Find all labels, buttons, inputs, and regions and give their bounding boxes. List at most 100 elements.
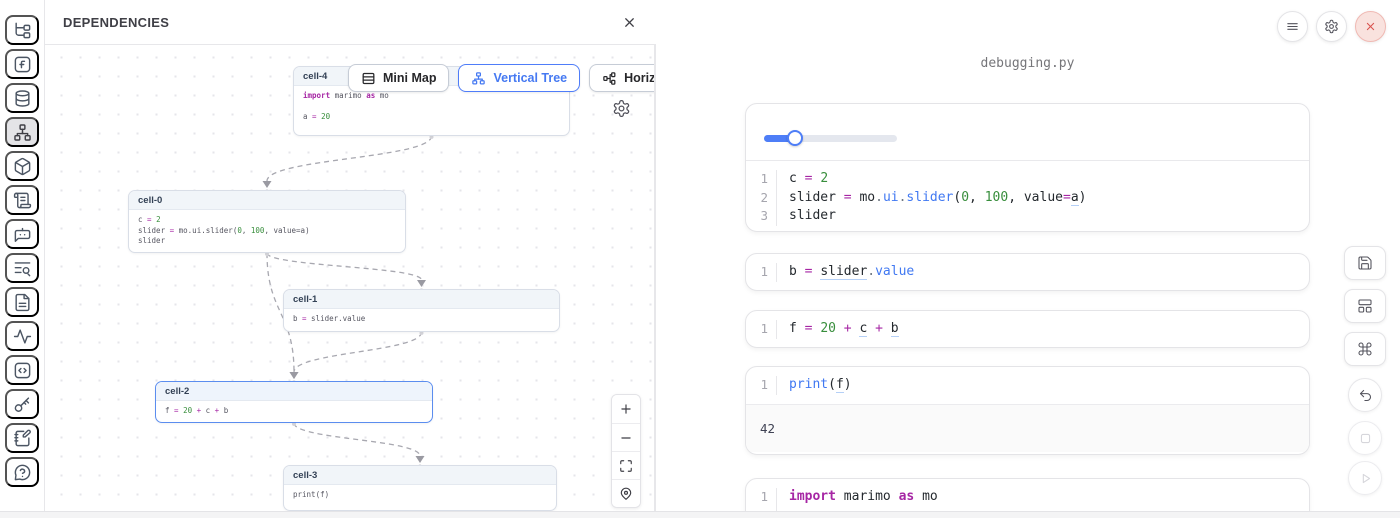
ai-chat-icon: [13, 225, 32, 244]
rail-item-secrets[interactable]: [5, 389, 39, 419]
code-token: slider: [138, 236, 165, 245]
code-token: marimo: [836, 489, 899, 504]
run-button[interactable]: [1348, 461, 1382, 495]
graph-node-cell-2[interactable]: cell-2f = 20 + c + b: [155, 381, 433, 423]
graph-edge-cell-4-cell-0: [267, 136, 432, 181]
code-token: slider: [789, 190, 844, 205]
dependency-graph-canvas[interactable]: cell-4import marimo as mo a = 20cell-0c …: [45, 45, 656, 511]
rail-item-outline[interactable]: [5, 253, 39, 283]
line-number: 3: [746, 207, 777, 226]
code-line: 1import marimo as mo: [746, 488, 1309, 507]
code-token: f: [165, 406, 174, 415]
fit-view-icon: [619, 459, 633, 473]
zoom-out-button[interactable]: [612, 423, 640, 451]
code-token: import: [789, 489, 836, 504]
cell-editor[interactable]: 1f = 20 + c + b: [746, 311, 1309, 348]
documentation-icon: [13, 293, 32, 312]
code-token: [883, 321, 891, 336]
logs-icon: [13, 191, 32, 210]
helper-panel-rail: [0, 0, 45, 518]
zoom-in-button[interactable]: [612, 395, 640, 423]
code-text: import marimo as mo: [777, 488, 938, 507]
edge-arrowhead: [416, 456, 425, 463]
code-token: ): [844, 377, 852, 392]
code-text: print(f): [777, 376, 852, 395]
save-button[interactable]: [1344, 246, 1386, 280]
code-line: 2slider = mo.ui.slider(0, 100, value=a): [746, 189, 1309, 208]
graph-node-title: cell-0: [129, 191, 405, 210]
menu-button[interactable]: [1277, 11, 1308, 42]
cell-editor[interactable]: 1b = slider.value: [746, 254, 1309, 291]
code-token: mo.ui.slider(: [174, 226, 237, 235]
fit-view-button[interactable]: [612, 451, 640, 479]
center-location-button[interactable]: [612, 479, 640, 507]
rail-item-snippets[interactable]: [5, 355, 39, 385]
rail-item-ai-chat[interactable]: [5, 219, 39, 249]
shutdown-icon: [1363, 19, 1378, 34]
layout-icon: [1357, 298, 1373, 314]
rail-item-help[interactable]: [5, 457, 39, 487]
command-button[interactable]: [1344, 332, 1386, 366]
slider-thumb[interactable]: [787, 130, 803, 146]
graph-edge-cell-1-cell-2: [294, 332, 422, 372]
graph-node-cell-0[interactable]: cell-0c = 2slider = mo.ui.slider(0, 100,…: [128, 190, 406, 253]
undo-button[interactable]: [1348, 378, 1382, 412]
code-token: +: [844, 321, 852, 336]
code-token: 0: [961, 190, 969, 205]
code-token: a: [1071, 190, 1079, 206]
notebook-filename[interactable]: debugging.py: [745, 56, 1310, 71]
notebook-cell-cell-slider[interactable]: 1c = 22slider = mo.ui.slider(0, 100, val…: [745, 103, 1310, 232]
code-token: 2: [820, 171, 828, 186]
code-token: slider.value: [307, 314, 366, 323]
menu-icon: [1285, 19, 1300, 34]
stop-button[interactable]: [1348, 421, 1382, 455]
code-token: marimo: [330, 91, 366, 100]
view-button-vertical-tree[interactable]: Vertical Tree: [458, 64, 580, 92]
view-button-mini-map[interactable]: Mini Map: [348, 64, 449, 92]
rail-item-scratchpad[interactable]: [5, 423, 39, 453]
view-button-horizontal-tree[interactable]: Horizontal Tree: [589, 64, 656, 92]
shutdown-button[interactable]: [1355, 11, 1386, 42]
notebook-cell-cell-f[interactable]: 1f = 20 + c + b: [745, 310, 1310, 348]
snippets-icon: [13, 361, 32, 380]
notebook-area: debugging.py 1c = 22slider = mo.ui.slide…: [656, 0, 1400, 518]
rail-item-variables[interactable]: [5, 49, 39, 79]
code-token: c: [201, 406, 215, 415]
slider-widget[interactable]: [764, 135, 897, 142]
view-button-label: Mini Map: [383, 71, 436, 85]
rail-item-documentation[interactable]: [5, 287, 39, 317]
cell-output: 42: [746, 404, 1309, 452]
graph-settings-button[interactable]: [612, 99, 631, 121]
rail-item-dependency-graph[interactable]: [5, 117, 39, 147]
graph-node-cell-3[interactable]: cell-3print(f): [283, 465, 557, 511]
notebook-header-buttons: [1277, 11, 1386, 42]
center-location-icon: [619, 487, 633, 501]
rail-item-packages[interactable]: [5, 151, 39, 181]
rail-item-logs[interactable]: [5, 185, 39, 215]
rail-item-file-explorer[interactable]: [5, 15, 39, 45]
code-token: ,: [242, 226, 251, 235]
panel-close-button[interactable]: [616, 9, 642, 35]
zoom-out-icon: [619, 431, 633, 445]
code-token: print(f): [293, 490, 329, 499]
code-token: b: [789, 264, 805, 279]
cell-editor[interactable]: 1print(f): [746, 367, 1309, 404]
code-token: 20: [321, 112, 330, 121]
gear-icon: [612, 99, 631, 118]
rail-item-datasources[interactable]: [5, 83, 39, 113]
rail-item-tracing[interactable]: [5, 321, 39, 351]
notebook-cell-cell-print[interactable]: 1print(f)42: [745, 366, 1310, 455]
datasources-icon: [13, 89, 32, 108]
graph-code-line: [303, 102, 560, 113]
graph-node-code: print(f): [284, 485, 556, 506]
view-button-label: Horizontal Tree: [624, 71, 656, 85]
dependencies-panel: DEPENDENCIES cell-4import marimo as mo a…: [45, 0, 656, 518]
graph-code-line: print(f): [293, 490, 547, 501]
graph-node-cell-1[interactable]: cell-1b = slider.value: [283, 289, 560, 332]
cell-editor[interactable]: 1c = 22slider = mo.ui.slider(0, 100, val…: [746, 161, 1309, 232]
graph-node-title: cell-1: [284, 290, 559, 309]
layout-button[interactable]: [1344, 289, 1386, 323]
notebook-settings-button[interactable]: [1316, 11, 1347, 42]
close-icon: [622, 15, 637, 30]
notebook-cell-cell-b[interactable]: 1b = slider.value: [745, 253, 1310, 291]
